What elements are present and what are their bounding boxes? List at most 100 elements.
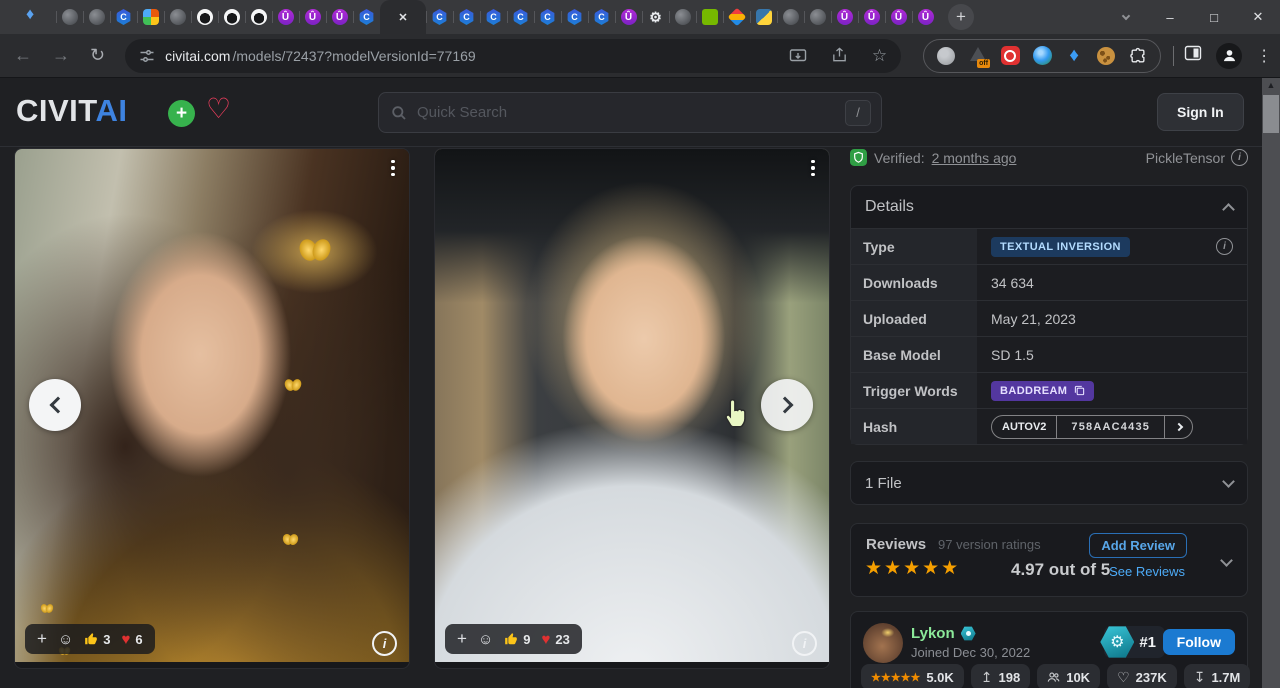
tab-civitai[interactable]: C bbox=[480, 0, 507, 34]
browser-circle-extension-icon[interactable] bbox=[1032, 46, 1052, 66]
smiley-reaction-icon[interactable]: ☺ bbox=[478, 631, 493, 648]
hearts-count[interactable]: ♥23 bbox=[542, 631, 570, 648]
files-accordion[interactable]: 1 File bbox=[850, 461, 1248, 505]
tab-gear[interactable]: ⚙ bbox=[642, 0, 669, 34]
carousel-next-button[interactable] bbox=[761, 379, 813, 431]
follow-button[interactable]: Follow bbox=[1163, 629, 1235, 655]
tab-close-icon[interactable]: ✕ bbox=[398, 11, 407, 24]
civitai-logo[interactable]: CIVITAI bbox=[16, 93, 127, 129]
hash-pill[interactable]: AUTOV2 758AAC4435 bbox=[991, 415, 1193, 439]
share-icon[interactable] bbox=[831, 47, 848, 64]
tab-civitai[interactable]: C bbox=[561, 0, 588, 34]
tab-ultra[interactable]: Û bbox=[326, 0, 353, 34]
tab-workspace[interactable] bbox=[137, 0, 164, 34]
globe-extension-icon[interactable] bbox=[936, 46, 956, 66]
window-maximize-button[interactable]: □ bbox=[1192, 0, 1236, 34]
opera-extension-icon[interactable] bbox=[1000, 46, 1020, 66]
info-icon[interactable]: i bbox=[1216, 238, 1233, 255]
new-tab-button[interactable]: + bbox=[948, 4, 974, 30]
tab-ultra[interactable]: Û bbox=[299, 0, 326, 34]
forward-button[interactable]: → bbox=[52, 45, 70, 66]
reload-button[interactable]: ↻ bbox=[90, 45, 105, 66]
browser-menu-icon[interactable]: ⋮ bbox=[1256, 46, 1272, 66]
creator-rating-stat[interactable]: ★★★★★ 5.0K bbox=[861, 664, 964, 688]
tab-civitai[interactable]: C bbox=[588, 0, 615, 34]
search-input[interactable]: Quick Search / bbox=[378, 92, 882, 133]
see-reviews-link[interactable]: See Reviews bbox=[1109, 564, 1185, 579]
back-button[interactable]: ← bbox=[14, 45, 32, 66]
window-menu-button[interactable] bbox=[1104, 0, 1148, 34]
install-icon[interactable] bbox=[789, 47, 807, 65]
thumbs-up-count[interactable]: 9 bbox=[504, 632, 530, 647]
favorites-heart-icon[interactable]: ♡ bbox=[206, 92, 231, 125]
carousel-prev-button[interactable] bbox=[29, 379, 81, 431]
create-button[interactable]: + bbox=[168, 100, 195, 127]
window-close-button[interactable]: ✕ bbox=[1236, 0, 1280, 34]
tab-git[interactable] bbox=[723, 0, 750, 34]
copy-icon[interactable] bbox=[1074, 385, 1085, 396]
tab-github[interactable] bbox=[245, 0, 272, 34]
tab-nvidia[interactable] bbox=[696, 0, 723, 34]
tab-github[interactable] bbox=[218, 0, 245, 34]
creator-uploads-stat[interactable]: ↥ 198 bbox=[971, 664, 1030, 688]
tab-globe[interactable] bbox=[164, 0, 191, 34]
add-reaction-button[interactable]: + bbox=[457, 629, 467, 649]
extensions-puzzle-icon[interactable] bbox=[1128, 46, 1148, 66]
tab-globe[interactable] bbox=[669, 0, 696, 34]
tab-github[interactable] bbox=[191, 0, 218, 34]
tab-civitai[interactable]: C bbox=[534, 0, 561, 34]
cookie-extension-icon[interactable] bbox=[1096, 46, 1116, 66]
tab-civitai[interactable]: C bbox=[110, 0, 137, 34]
card-menu-button[interactable] bbox=[385, 157, 401, 179]
tab-python[interactable] bbox=[750, 0, 777, 34]
tab-ultra[interactable]: Û bbox=[272, 0, 299, 34]
forest-off-extension-icon[interactable]: off bbox=[968, 46, 988, 66]
hearts-count[interactable]: ♥6 bbox=[122, 631, 143, 648]
tab-globe[interactable] bbox=[777, 0, 804, 34]
tab-ultra[interactable]: Û bbox=[831, 0, 858, 34]
window-minimize-button[interactable]: – bbox=[1148, 0, 1192, 34]
scrollbar-up-arrow[interactable]: ▲ bbox=[1262, 80, 1280, 90]
info-icon[interactable]: i bbox=[1231, 149, 1248, 166]
add-reaction-button[interactable]: + bbox=[37, 629, 47, 649]
creator-avatar[interactable] bbox=[863, 623, 903, 663]
address-bar[interactable]: civitai.com /models/72437?modelVersionId… bbox=[125, 39, 901, 73]
details-header[interactable]: Details bbox=[851, 186, 1247, 228]
tab-ultra[interactable]: Û bbox=[858, 0, 885, 34]
image-info-button[interactable]: i bbox=[792, 631, 817, 656]
tab-ultra[interactable]: Û bbox=[615, 0, 642, 34]
hash-expand-button[interactable] bbox=[1164, 416, 1192, 438]
profile-avatar[interactable] bbox=[1216, 43, 1242, 69]
tab-globe[interactable] bbox=[804, 0, 831, 34]
smiley-reaction-icon[interactable]: ☺ bbox=[58, 631, 73, 648]
image-info-button[interactable]: i bbox=[372, 631, 397, 656]
bookmark-star-icon[interactable]: ☆ bbox=[872, 46, 887, 66]
hash-value[interactable]: 758AAC4435 bbox=[1057, 416, 1164, 438]
type-badge[interactable]: TEXTUAL INVERSION bbox=[991, 237, 1130, 257]
gem-extension-icon[interactable]: ♦ bbox=[1064, 46, 1084, 66]
creator-followers-stat[interactable]: 10K bbox=[1037, 664, 1100, 688]
tab-civitai[interactable]: C bbox=[353, 0, 380, 34]
card-menu-button[interactable] bbox=[805, 157, 821, 179]
creator-downloads-stat[interactable]: ↧ 1.7M bbox=[1184, 664, 1251, 688]
tab-ultra[interactable]: Û bbox=[885, 0, 912, 34]
tab-civitai[interactable]: C bbox=[453, 0, 480, 34]
gem-pin-icon[interactable]: ♦ bbox=[26, 6, 34, 24]
creator-name[interactable]: Lykon bbox=[911, 625, 976, 642]
tab-civitai[interactable]: C bbox=[507, 0, 534, 34]
creator-likes-stat[interactable]: ♡ 237K bbox=[1107, 664, 1177, 688]
tab-civitai[interactable]: C bbox=[426, 0, 453, 34]
tab-globe[interactable] bbox=[56, 0, 83, 34]
trigger-word-badge[interactable]: BADDREAM bbox=[991, 381, 1094, 401]
split-view-icon[interactable] bbox=[1184, 44, 1202, 67]
sign-in-button[interactable]: Sign In bbox=[1157, 93, 1244, 131]
site-settings-icon[interactable] bbox=[139, 48, 155, 64]
verified-time-link[interactable]: 2 months ago bbox=[932, 150, 1017, 166]
add-review-button[interactable]: Add Review bbox=[1089, 533, 1187, 558]
scrollbar-thumb[interactable] bbox=[1263, 95, 1279, 133]
tab-globe[interactable] bbox=[83, 0, 110, 34]
thumbs-up-count[interactable]: 3 bbox=[84, 632, 110, 647]
page-scrollbar[interactable]: ▲ bbox=[1262, 78, 1280, 688]
creator-rank-badge[interactable]: ⚙ #1 bbox=[1104, 626, 1165, 658]
tab-ultra[interactable]: Û bbox=[912, 0, 939, 34]
